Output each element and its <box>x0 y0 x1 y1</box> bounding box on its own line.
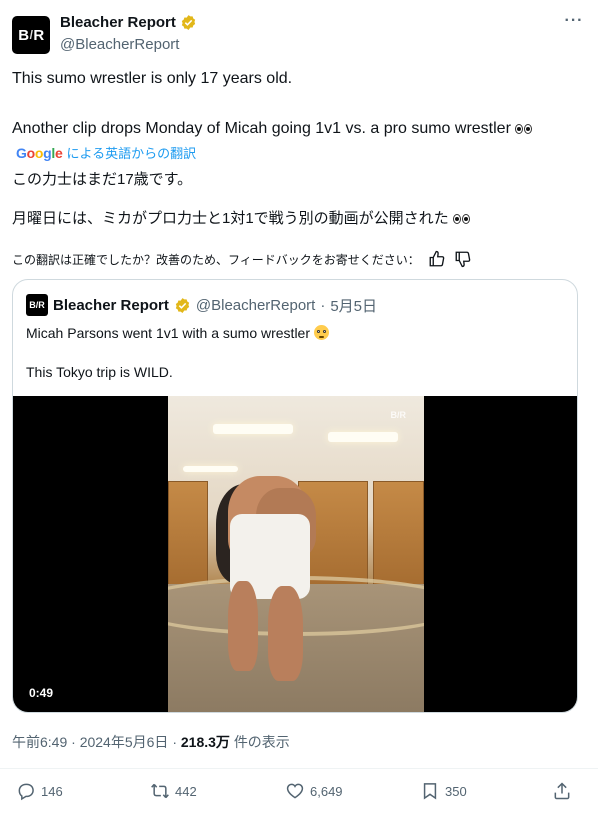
quoted-text-line-1: Micah Parsons went 1v1 with a sumo wrest… <box>26 325 329 341</box>
tweet-header: B / R Bleacher Report @BleacherReport ··· <box>12 13 586 54</box>
reply-button[interactable]: 146 <box>16 781 63 801</box>
eyes-emoji-icon <box>515 120 533 138</box>
view-count: 218.3万 <box>180 734 230 750</box>
display-name[interactable]: Bleacher Report <box>60 14 176 31</box>
author-name-line: Bleacher Report <box>60 14 197 31</box>
translation-attribution[interactable]: Google による英語からの翻訳 <box>16 143 196 162</box>
quoted-handle: @BleacherReport <box>195 296 316 314</box>
avatar[interactable]: B / R <box>12 16 50 54</box>
bookmark-count: 350 <box>445 783 467 799</box>
handle[interactable]: @BleacherReport <box>60 36 179 53</box>
quoted-date: 5月5日 <box>330 297 378 315</box>
share-button[interactable] <box>552 781 572 801</box>
quoted-separator: · <box>320 296 326 314</box>
reply-count: 146 <box>41 783 63 799</box>
verified-badge-icon <box>175 297 190 313</box>
meta-separator: · <box>172 734 181 750</box>
google-logo-icon: Google <box>16 144 63 161</box>
translated-line-1: この力士はまだ17歳です。 <box>12 171 193 188</box>
divider <box>0 768 598 769</box>
heart-icon <box>286 783 304 799</box>
video-frame: B/R <box>168 396 424 712</box>
reply-icon <box>18 783 34 801</box>
bookmark-icon <box>423 783 437 800</box>
quoted-avatar: B/R <box>26 294 48 316</box>
repost-icon <box>151 783 169 799</box>
video-player[interactable]: B/R 0:49 <box>13 396 577 712</box>
verified-badge-icon <box>181 15 196 30</box>
tweet-meta: 午前6:49 · 2024年5月6日 · 218.3万 件の表示 <box>12 732 290 752</box>
translated-from-label[interactable]: による英語からの翻訳 <box>66 143 196 162</box>
share-icon <box>554 782 570 800</box>
meta-separator: · <box>71 734 80 750</box>
tweet-text-line-2-text: Another clip drops Monday of Micah going… <box>12 120 511 137</box>
translated-line-2: 月曜日には、ミカがプロ力士と1対1で戦う別の動画が公開された <box>12 207 471 228</box>
flushed-face-emoji-icon <box>313 325 329 340</box>
translation-feedback: この翻訳は正確でしたか？改善のため、フィードバックをお寄せください： <box>12 250 472 268</box>
tweet-date[interactable]: 2024年5月6日 <box>80 734 169 750</box>
thumbs-down-icon[interactable] <box>454 250 472 268</box>
translated-line-2-text: 月曜日には、ミカがプロ力士と1対1で戦う別の動画が公開された <box>12 210 449 227</box>
bookmark-button[interactable]: 350 <box>420 781 467 801</box>
thumbs-up-icon[interactable] <box>428 250 446 268</box>
like-button[interactable]: 6,649 <box>285 781 343 801</box>
eyes-emoji-icon <box>452 210 471 227</box>
quoted-text-line-1-text: Micah Parsons went 1v1 with a sumo wrest… <box>26 325 310 341</box>
video-duration: 0:49 <box>29 686 54 700</box>
quoted-text-line-2: This Tokyo trip is WILD. <box>26 364 173 380</box>
quoted-tweet-header: B/R Bleacher Report @BleacherReport · 5月… <box>26 294 377 316</box>
feedback-prompt: この翻訳は正確でしたか？改善のため、フィードバックをお寄せください： <box>12 252 420 267</box>
view-label: 件の表示 <box>233 734 290 750</box>
like-count: 6,649 <box>310 783 343 799</box>
tweet-text-line-2: Another clip drops Monday of Micah going… <box>12 120 533 138</box>
repost-button[interactable]: 442 <box>150 781 197 801</box>
tweet-text-line-1: This sumo wrestler is only 17 years old. <box>12 70 293 87</box>
quoted-display-name: Bleacher Report <box>53 296 169 314</box>
tweet-time[interactable]: 午前6:49 <box>12 734 67 750</box>
quoted-tweet[interactable]: B/R Bleacher Report @BleacherReport · 5月… <box>12 279 578 713</box>
repost-count: 442 <box>175 783 197 799</box>
action-bar: 146 442 6,649 350 <box>0 781 598 809</box>
more-options-icon[interactable]: ··· <box>562 13 586 34</box>
video-watermark: B/R <box>390 410 407 420</box>
